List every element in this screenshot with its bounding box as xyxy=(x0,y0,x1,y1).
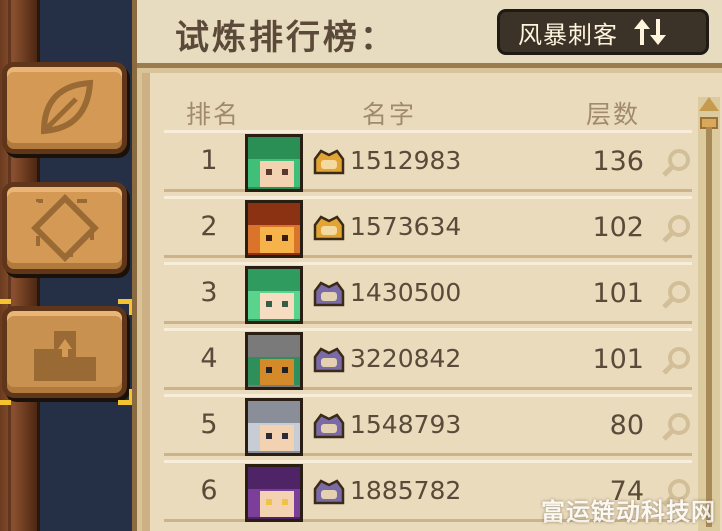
sidebar-item-leaf[interactable] xyxy=(2,62,127,154)
rank-number: 5 xyxy=(200,409,218,440)
column-header-rank: 排名 xyxy=(186,100,241,129)
watermark: 富运链动科技网 xyxy=(541,498,716,526)
scroll-up-arrow-icon[interactable] xyxy=(699,97,719,111)
player-id: 1430500 xyxy=(350,278,462,307)
purple-rank-badge-icon xyxy=(313,281,345,307)
ranking-list: 排名 名字 层数 1 1512983 136 2 1573634 102 3 1… xyxy=(142,73,722,531)
floor-count: 101 xyxy=(592,344,644,375)
sidebar-item-leaderboard[interactable] xyxy=(0,299,134,405)
purple-rank-badge-icon xyxy=(313,413,345,439)
mode-label: 风暴刺客 xyxy=(518,20,618,49)
selection-corner-icon xyxy=(0,389,11,405)
player-id: 1573634 xyxy=(350,212,462,241)
rank-number: 1 xyxy=(200,145,218,176)
player-id: 1512983 xyxy=(350,146,462,175)
podium-icon xyxy=(33,331,96,381)
floor-count: 101 xyxy=(592,278,644,309)
magnifier-icon[interactable] xyxy=(660,279,692,311)
diamond-icon xyxy=(30,194,99,262)
mode-switch-button[interactable]: 风暴刺客 xyxy=(497,9,709,55)
table-row[interactable]: 3 1430500 101 xyxy=(164,262,692,324)
floor-count: 136 xyxy=(592,146,644,177)
scrollbar[interactable] xyxy=(698,97,720,531)
leaderboard-panel: 试炼排行榜： 风暴刺客 排名 名字 层数 1 1512983 136 2 157… xyxy=(132,0,722,531)
page-title: 试炼排行榜： xyxy=(175,18,397,58)
scroll-track[interactable] xyxy=(706,127,712,527)
swap-arrows-icon xyxy=(634,19,666,45)
rank-number: 4 xyxy=(200,343,218,374)
player-id: 3220842 xyxy=(350,344,462,373)
sidebar-item-diamond[interactable] xyxy=(2,182,127,274)
table-row[interactable]: 2 1573634 102 xyxy=(164,196,692,258)
player-avatar[interactable] xyxy=(245,398,303,456)
magnifier-icon[interactable] xyxy=(660,411,692,443)
floor-count: 102 xyxy=(592,212,644,243)
player-id: 1548793 xyxy=(350,410,462,439)
purple-rank-badge-icon xyxy=(313,347,345,373)
table-row[interactable]: 5 1548793 80 xyxy=(164,394,692,456)
leaf-icon xyxy=(40,79,93,135)
column-header-floors: 层数 xyxy=(586,100,641,129)
panel-header: 试炼排行榜： 风暴刺客 xyxy=(137,0,722,68)
player-avatar[interactable] xyxy=(245,464,303,522)
gold-rank-badge-icon xyxy=(313,215,345,241)
table-row[interactable]: 1 1512983 136 xyxy=(164,130,692,192)
magnifier-icon[interactable] xyxy=(660,147,692,179)
gold-rank-badge-icon xyxy=(313,149,345,175)
magnifier-icon[interactable] xyxy=(660,213,692,245)
table-row[interactable]: 4 3220842 101 xyxy=(164,328,692,390)
rank-number: 3 xyxy=(200,277,218,308)
rank-number: 6 xyxy=(200,475,218,506)
player-avatar[interactable] xyxy=(245,266,303,324)
player-avatar[interactable] xyxy=(245,134,303,192)
floor-count: 80 xyxy=(609,410,644,441)
player-avatar[interactable] xyxy=(245,332,303,390)
player-avatar[interactable] xyxy=(245,200,303,258)
rank-number: 2 xyxy=(200,211,218,242)
magnifier-icon[interactable] xyxy=(660,345,692,377)
purple-rank-badge-icon xyxy=(313,479,345,505)
column-header-name: 名字 xyxy=(362,100,417,129)
player-id: 1885782 xyxy=(350,476,462,505)
selection-corner-icon xyxy=(0,299,11,315)
